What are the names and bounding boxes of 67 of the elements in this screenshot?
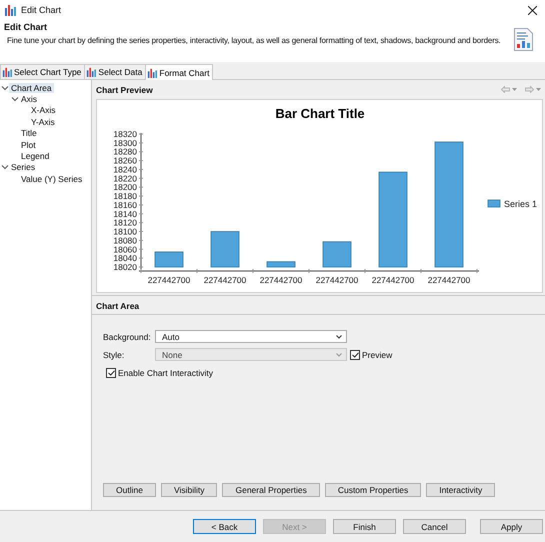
y-tick-label: 18140 bbox=[113, 208, 137, 219]
x-tick-label: 227442700 bbox=[372, 275, 414, 285]
chevron-down-icon[interactable] bbox=[1, 164, 9, 170]
tree-item[interactable]: Y-Axis bbox=[29, 116, 57, 127]
bar-chart-icon bbox=[4, 4, 16, 16]
y-tick-label: 18020 bbox=[113, 262, 137, 272]
tab[interactable]: Select Data bbox=[84, 64, 146, 79]
dialog-button[interactable]: Apply bbox=[480, 519, 543, 534]
chevron-down-icon bbox=[336, 334, 342, 338]
section-title: Chart Preview bbox=[96, 84, 153, 94]
tree-item[interactable]: Plot bbox=[19, 140, 38, 150]
tab[interactable]: Format Chart bbox=[145, 64, 214, 80]
x-tick-label: 227442700 bbox=[316, 275, 358, 285]
checkbox[interactable]: Enable Chart Interactivity bbox=[106, 368, 213, 378]
y-tick-label: 18160 bbox=[113, 200, 137, 210]
chart-icon bbox=[147, 68, 158, 78]
chevron-down-icon[interactable] bbox=[1, 84, 9, 91]
x-tick-label: 227442700 bbox=[260, 275, 302, 285]
y-tick-label: 18280 bbox=[113, 146, 137, 157]
y-tick-label: 18040 bbox=[113, 253, 137, 264]
y-tick-label: 18260 bbox=[113, 156, 137, 166]
y-tick-label: 18180 bbox=[113, 191, 137, 202]
y-tick-label: 18080 bbox=[113, 235, 137, 246]
page-title: Edit Chart bbox=[4, 22, 48, 32]
tree-item[interactable]: Value (Y) Series bbox=[19, 174, 84, 184]
y-tick-label: 18200 bbox=[113, 182, 137, 192]
field-label: Background: bbox=[103, 332, 152, 342]
y-tick-label: 18060 bbox=[113, 244, 137, 254]
tab-button[interactable]: Custom Properties bbox=[324, 483, 422, 497]
tree-item[interactable]: Legend bbox=[19, 151, 52, 162]
y-tick-label: 18220 bbox=[113, 173, 137, 184]
page-description: Fine tune your chart by defining the series properties, interactivity, layout, as well as general formatting of text, shadows, background and borders. bbox=[6, 36, 502, 45]
tree-item[interactable]: Series bbox=[9, 162, 38, 172]
dialog-button[interactable]: Finish bbox=[333, 519, 396, 534]
y-tick-label: 18300 bbox=[113, 138, 137, 148]
checkmark-icon bbox=[108, 370, 114, 376]
chevron-down-icon bbox=[336, 352, 342, 356]
checkbox[interactable]: Preview bbox=[350, 350, 392, 360]
legend-label: Series 1 bbox=[504, 199, 538, 209]
tab-button[interactable]: General Properties bbox=[222, 483, 320, 497]
document-chart-icon bbox=[514, 28, 533, 51]
tree-item[interactable]: X-Axis bbox=[29, 105, 58, 116]
tab-button[interactable]: Interactivity bbox=[426, 483, 496, 497]
checkmark-icon bbox=[352, 352, 358, 358]
window-title: Edit Chart bbox=[21, 5, 62, 15]
chart-icon bbox=[86, 67, 96, 77]
x-tick-label: 227442700 bbox=[428, 275, 470, 285]
tree-item[interactable]: Axis bbox=[19, 94, 40, 104]
dialog-button[interactable]: Cancel bbox=[403, 519, 466, 534]
tab[interactable]: Select Chart Type bbox=[0, 64, 86, 79]
x-tick-label: 227442700 bbox=[204, 275, 246, 285]
tab-button[interactable]: Visibility bbox=[160, 483, 218, 497]
field-label: Style: bbox=[103, 350, 126, 360]
chart-icon bbox=[2, 67, 12, 77]
chevron-down-icon[interactable] bbox=[11, 96, 19, 102]
tree-item[interactable]: Chart Area bbox=[9, 82, 54, 93]
y-tick-label: 18320 bbox=[113, 129, 137, 139]
dialog-button[interactable]: < Back bbox=[193, 519, 256, 534]
y-tick-label: 18100 bbox=[113, 226, 137, 237]
y-tick-label: 18240 bbox=[113, 164, 137, 174]
tree-item[interactable]: Title bbox=[19, 128, 39, 138]
x-tick-label: 227442700 bbox=[148, 275, 190, 285]
y-tick-label: 18120 bbox=[113, 218, 137, 228]
chart-title: Bar Chart Title bbox=[275, 106, 365, 121]
tab-button[interactable]: Outline bbox=[103, 483, 156, 497]
dropdown[interactable]: Auto bbox=[155, 330, 347, 343]
section-title: Chart Area bbox=[92, 298, 545, 315]
